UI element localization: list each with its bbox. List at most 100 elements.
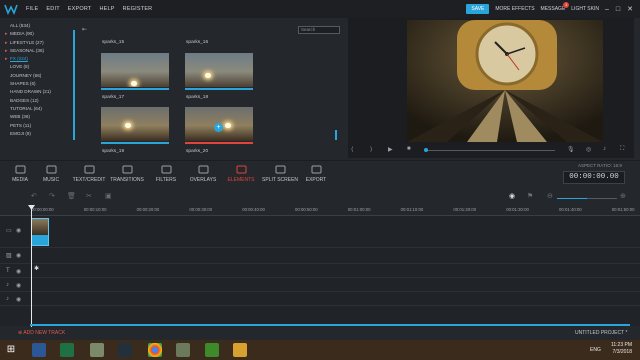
volume-icon[interactable]: ♪ (603, 146, 606, 152)
media-app-icon[interactable] (176, 343, 190, 357)
category-item[interactable]: FX (224) (5, 55, 76, 64)
stop-icon[interactable]: ■ (407, 146, 411, 152)
cut-icon[interactable]: ✂ (86, 192, 92, 200)
library-scrollbar[interactable] (335, 130, 337, 140)
zoom-slider[interactable] (557, 198, 617, 199)
menu-export[interactable]: EXPORT (68, 6, 92, 12)
collapse-sidebar-icon[interactable]: ⇤ (82, 26, 89, 33)
filmora-app-icon[interactable] (118, 343, 132, 357)
menu-edit[interactable]: EDIT (46, 6, 59, 12)
preview-progress-bar[interactable] (424, 148, 555, 152)
aspect-ratio-label[interactable]: ASPECT RATIO: 16:9 (578, 163, 622, 168)
mark-in-icon[interactable]: ⟩ (370, 146, 372, 153)
tool-icon (33, 164, 69, 175)
tool-filters[interactable]: FILTERS (148, 164, 184, 183)
menu-register[interactable]: REGISTER (123, 6, 153, 12)
tool-music[interactable]: MUSIC (33, 164, 69, 183)
category-item[interactable]: WEB (36) (6, 113, 76, 121)
torrent-app-icon[interactable] (205, 343, 219, 357)
light-skin-button[interactable]: LIGHT SKIN (571, 6, 599, 12)
zoom-out-icon[interactable]: ⊖ (547, 192, 553, 200)
tool-elements[interactable]: ELEMENTS (223, 164, 259, 183)
zoom-in-icon[interactable]: ⊕ (620, 192, 626, 200)
video-track-icon: ▭ (6, 228, 12, 234)
category-item[interactable]: PETS (11) (6, 122, 76, 130)
pip-track (0, 248, 640, 264)
render-icon[interactable]: ◉ (509, 192, 515, 200)
snapshot-icon[interactable]: ◎ (586, 146, 591, 153)
save-button[interactable]: SAVE (466, 4, 490, 14)
category-item[interactable]: LOVE (8) (6, 63, 76, 71)
undo-icon[interactable]: ↶ (31, 192, 37, 200)
search-input[interactable]: Search (298, 26, 340, 34)
category-item[interactable]: LIFESTYLE (27) (5, 39, 76, 48)
timeline-scrollbar[interactable] (30, 324, 630, 326)
thumbnail-image (185, 53, 253, 87)
category-item[interactable]: EMOJI (9) (6, 130, 76, 138)
message-count-badge: 1 (563, 2, 570, 8)
category-item[interactable]: JOURNEY (66) (6, 72, 76, 80)
chrome-app-icon[interactable] (148, 343, 162, 357)
ruler-tick-label: 00:00:30:00 (189, 207, 213, 212)
minimize-icon[interactable]: – (605, 6, 609, 13)
progress-knob[interactable] (424, 148, 428, 152)
clock-photo-image (407, 20, 603, 142)
fullscreen-icon[interactable]: ⛶ (620, 146, 624, 153)
tool-split-screen[interactable]: SPLIT SCREEN (262, 164, 298, 183)
music-track-1 (0, 278, 640, 292)
more-effects-button[interactable]: MORE EFFECTS (495, 6, 534, 12)
redo-icon[interactable]: ↷ (49, 192, 55, 200)
thumbnail-label: sparks_15 (102, 40, 125, 45)
language-indicator[interactable]: ENG (590, 347, 601, 353)
category-item[interactable]: ALL (534) (6, 22, 76, 30)
thumbnail-underline (101, 88, 169, 90)
video-clip[interactable] (31, 218, 49, 246)
play-icon[interactable]: ▶ (388, 146, 393, 153)
close-icon[interactable]: ✕ (627, 5, 633, 13)
word-app-icon[interactable] (32, 343, 46, 357)
category-item[interactable]: SHAPES (6) (6, 80, 76, 88)
ruler-tick-label: 00:01:30:00 (506, 207, 529, 212)
add-to-timeline-icon[interactable]: + (214, 123, 223, 132)
tool-transitions[interactable]: TRANSITIONS (109, 164, 145, 183)
menu-file[interactable]: FILE (26, 6, 38, 12)
menu-help[interactable]: HELP (99, 6, 114, 12)
element-thumbnail[interactable] (185, 53, 253, 91)
crop-icon[interactable]: ▣ (105, 192, 112, 200)
message-button[interactable]: MESSAGE 1 (541, 2, 570, 12)
tool-label: FILTERS (155, 177, 177, 183)
tool-overlays[interactable]: OVERLAYS (185, 164, 221, 183)
add-new-track-button[interactable]: ⊕ ADD NEW TRACK (18, 330, 65, 336)
tool-export[interactable]: EXPORT (298, 164, 334, 183)
ruler-tick-label: 00:00:00:00 (31, 207, 54, 212)
category-item[interactable]: TUTORIAL (64) (6, 105, 76, 113)
text-track-visibility-icon[interactable]: ◉ (16, 268, 21, 275)
element-thumbnail[interactable] (101, 53, 169, 91)
element-thumbnail[interactable] (101, 107, 169, 145)
microphone-icon[interactable]: 🎙 (567, 146, 575, 153)
snap-icon[interactable]: ⟨ (351, 146, 353, 153)
music-track-1-mute-icon[interactable]: ◉ (16, 282, 21, 289)
music-track-2-mute-icon[interactable]: ◉ (16, 296, 21, 303)
tool-text-credit[interactable]: TEXT/CREDIT (71, 164, 107, 183)
start-menu-icon[interactable]: ⊞ (4, 343, 18, 357)
video-track-visibility-icon[interactable]: ◉ (16, 227, 21, 234)
file-explorer-icon[interactable] (233, 343, 247, 357)
delete-icon[interactable]: 🗑 (67, 192, 76, 200)
text-track (0, 264, 640, 278)
app-icon[interactable] (90, 343, 104, 357)
category-item[interactable]: HAND DRAWN (21) (6, 88, 76, 96)
system-clock[interactable]: 11:23 PM 7/3/2018 (611, 342, 632, 356)
excel-app-icon[interactable] (60, 343, 74, 357)
category-item[interactable]: BADGES (12) (6, 97, 76, 105)
sidebar-scrollbar[interactable] (73, 30, 75, 140)
marker-icon[interactable]: ⚑ (527, 192, 533, 200)
playhead[interactable] (31, 207, 32, 327)
pip-track-visibility-icon[interactable]: ◉ (16, 252, 21, 259)
category-item[interactable]: SEASONAL (36) (5, 47, 76, 56)
ruler-tick-label: 00:00:50:00 (295, 207, 318, 212)
maximize-icon[interactable]: □ (616, 6, 620, 13)
timeline-tools (0, 190, 640, 204)
category-item[interactable]: MEDIA (90) (5, 30, 76, 39)
thumbnail-image (101, 107, 169, 141)
